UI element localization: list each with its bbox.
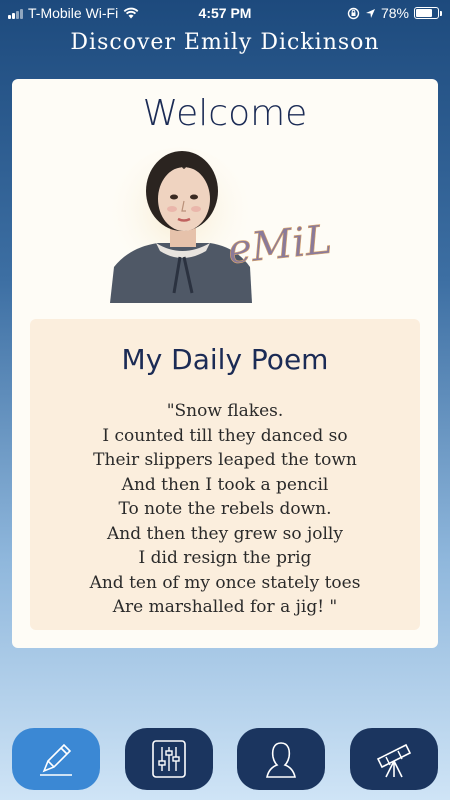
poem-line: Their slippers leaped the town: [93, 450, 357, 470]
battery-fill: [416, 9, 433, 17]
app-title: Discover Emily Dickinson: [70, 30, 380, 55]
orientation-lock-icon: [347, 7, 360, 19]
tab-discover[interactable]: [350, 728, 438, 790]
poem-line: "Snow flakes.: [166, 401, 284, 421]
poem-line: I counted till they danced so: [102, 425, 348, 446]
welcome-card: Welcome eMiLy My Daily Poem "Snow flakes…: [12, 79, 438, 648]
poem-line: Are marshalled for a jig! ": [112, 597, 338, 617]
poem-line: To note the rebels down.: [118, 499, 332, 519]
welcome-heading: Welcome: [142, 93, 308, 134]
battery-icon: [414, 7, 442, 19]
status-left: T-Mobile Wi-Fi: [8, 5, 139, 21]
portrait-illustration: eMiLy: [110, 147, 357, 303]
telescope-icon: [376, 743, 412, 778]
poem-line: And then they grew so jolly: [107, 523, 343, 544]
tab-bar: [0, 728, 450, 790]
sliders-icon: [152, 740, 186, 778]
person-icon: [266, 742, 296, 778]
pencil-icon: [40, 743, 72, 776]
poem-line: And ten of my once stately toes: [89, 572, 361, 593]
cellular-signal-icon: [8, 8, 23, 19]
daily-poem-panel: My Daily Poem "Snow flakes. I counted ti…: [30, 319, 420, 630]
battery-percent: 78%: [380, 5, 409, 21]
poem-text: "Snow flakes. I counted till they danced…: [30, 399, 420, 620]
location-arrow-icon: [365, 8, 375, 18]
tab-profile[interactable]: [237, 728, 325, 790]
tab-settings[interactable]: [125, 728, 213, 790]
daily-poem-title: My Daily Poem: [121, 343, 329, 376]
carrier-label: T-Mobile Wi-Fi: [28, 5, 119, 21]
wifi-icon: [123, 7, 139, 19]
tab-write[interactable]: [12, 728, 100, 790]
poem-line: I did resign the prig: [138, 548, 312, 568]
status-bar: T-Mobile Wi-Fi 4:57 PM 78%: [0, 0, 450, 26]
status-right: 78%: [347, 5, 442, 21]
poem-line: And then I took a pencil: [121, 474, 329, 495]
